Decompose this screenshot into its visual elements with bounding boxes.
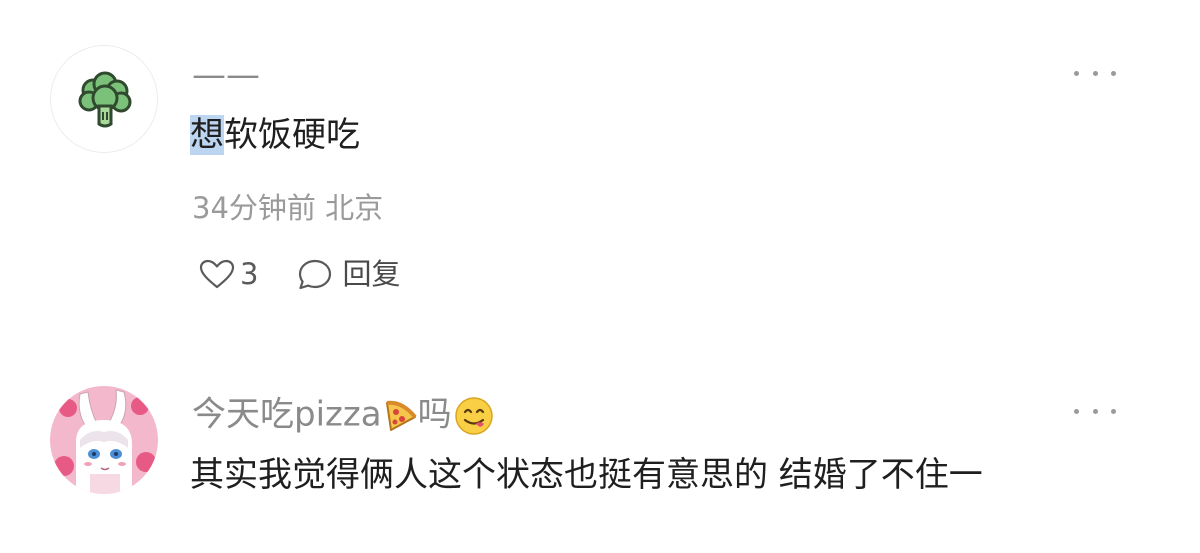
like-button[interactable]: 3 bbox=[198, 258, 258, 290]
reply-label: 回复 bbox=[342, 256, 401, 291]
comment-item: —— 想软饭硬吃 34分钟前 北京 3 回复 bbox=[0, 0, 1200, 330]
heart-icon bbox=[199, 259, 235, 289]
user-avatar[interactable] bbox=[50, 386, 158, 494]
comment-bubble-icon bbox=[299, 259, 332, 290]
comment-time: 34分钟前 bbox=[192, 191, 316, 225]
comment-actions: 3 回复 bbox=[198, 257, 400, 291]
username-text-mid: 吗 bbox=[417, 394, 452, 435]
yum-face-emoji bbox=[454, 396, 494, 436]
comment-location: 北京 bbox=[325, 191, 384, 225]
bunny-girl-icon bbox=[50, 386, 158, 494]
user-avatar[interactable] bbox=[50, 45, 158, 153]
like-count: 3 bbox=[240, 256, 259, 291]
username[interactable]: —— bbox=[192, 58, 260, 92]
pizza-emoji bbox=[384, 399, 418, 433]
comment-text: 其实我觉得俩人这个状态也挺有意思的 结婚了不住一 bbox=[190, 455, 983, 495]
more-icon[interactable] bbox=[1074, 65, 1116, 81]
comment-item: 今天吃pizza 吗 其实我觉得俩人这个状态也挺有意思的 结婚了不住一 bbox=[0, 330, 1200, 553]
comment-text: 想软饭硬吃 bbox=[190, 115, 360, 155]
more-icon[interactable] bbox=[1074, 403, 1116, 419]
comment-meta: 34分钟前 北京 bbox=[192, 194, 383, 223]
selected-text: 想 bbox=[190, 115, 224, 155]
broccoli-icon bbox=[78, 71, 132, 128]
username-text: 今天吃pizza bbox=[192, 394, 382, 435]
reply-button[interactable]: 回复 bbox=[296, 257, 400, 291]
username[interactable]: 今天吃pizza 吗 bbox=[192, 396, 494, 436]
comment-text-rest: 软饭硬吃 bbox=[224, 115, 360, 155]
